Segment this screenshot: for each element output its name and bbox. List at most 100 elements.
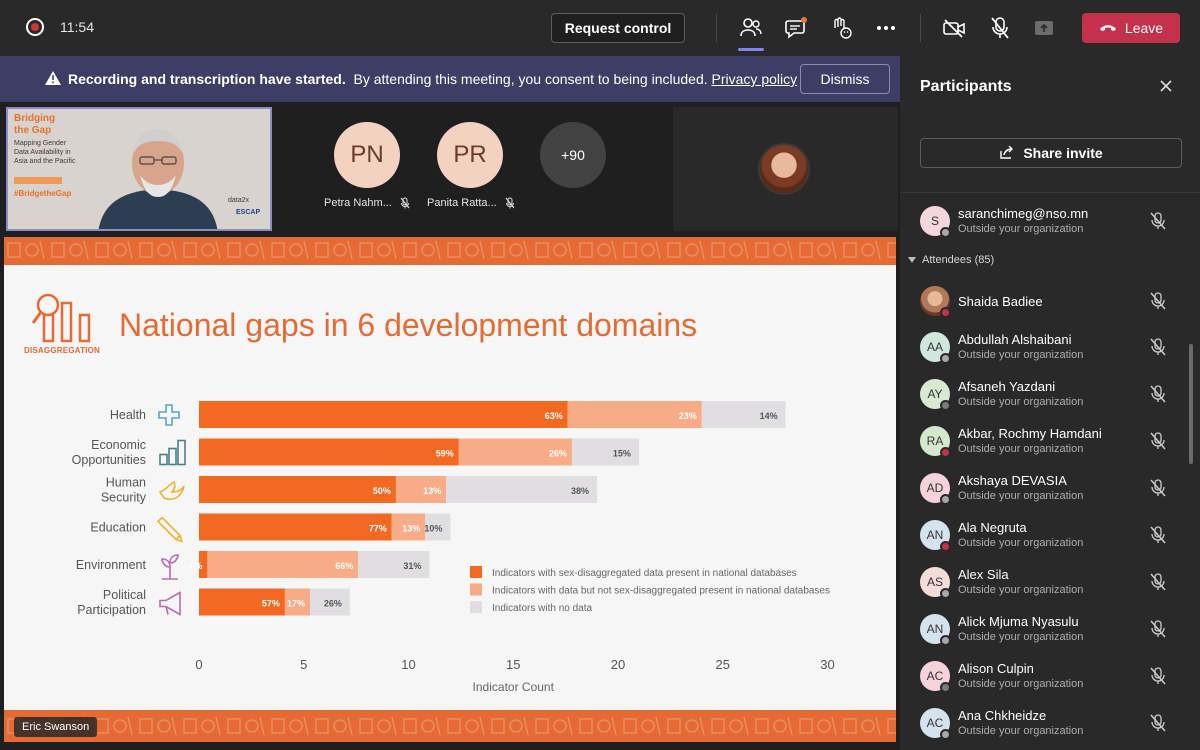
x-axis-label: Indicator Count [473,680,555,694]
presence-status-icon [940,729,951,740]
people-icon[interactable] [737,14,765,51]
leave-button[interactable]: Leave [1082,13,1180,43]
presenter-video[interactable]: Bridging the Gap Mapping Gender Data Ava… [6,107,272,231]
bar-data-label: 57% [262,599,280,609]
participant-video-tile[interactable] [673,107,898,231]
participant-row[interactable]: AN Ala Negruta Outside your organization [920,516,1182,556]
video-bg-title: Bridging the Gap [14,113,55,137]
toolbar-divider [716,14,717,42]
participant-org: Outside your organization [958,443,1084,455]
reactions-icon[interactable] [827,14,855,42]
category-label: Political [103,588,146,602]
category-label: Human [106,476,146,490]
more-participants-button[interactable]: +90 [540,122,606,188]
participant-name: Panita Ratta... [427,197,497,209]
panel-scrollbar[interactable] [1189,344,1193,464]
participant-name: Afsaneh Yazdani [958,379,1056,394]
category-label: Economic [91,438,146,452]
participants-panel: Participants Share invite Ssaranchimeg@n… [900,56,1200,750]
attendees-section-header[interactable]: Attendees (85) [908,254,994,266]
participant-name: Alison Culpin [958,661,1034,676]
participant-row[interactable]: Shaida Badiee [920,282,1182,322]
bar-data-label: 38% [571,486,589,496]
legend-swatch [470,583,482,596]
presence-status-icon [940,353,951,364]
participant-row[interactable]: Ssaranchimeg@nso.mn Outside your organiza… [920,202,1182,242]
bar-data-label: 13% [423,486,441,496]
mic-off-icon [1149,666,1167,686]
escap-logo: ESCAP [236,209,261,216]
participant-name: saranchimeg@nso.mn [958,206,1089,221]
mic-off-icon [1149,478,1167,498]
participant-name-tag: Panita Ratta... [427,197,515,209]
mic-off-icon[interactable] [986,14,1014,42]
share-invite-button[interactable]: Share invite [920,138,1182,168]
participant-row[interactable]: AC Ana Chkheidze Outside your organization [920,704,1182,744]
camera-off-icon[interactable] [940,14,968,42]
more-options-icon[interactable] [872,14,900,42]
participant-name: Alex Sila [958,567,1009,582]
bar-segment [199,438,459,466]
chat-icon[interactable] [782,14,810,42]
shared-slide: DISAGGREGATION National gaps in 6 develo… [4,237,896,742]
bar-data-label: 14% [760,411,778,421]
category-label: Participation [77,603,146,617]
dismiss-button[interactable]: Dismiss [800,64,890,94]
participant-avatar[interactable]: PR [437,122,503,188]
x-tick-label: 25 [716,657,730,672]
banner-bold-text: Recording and transcription have started… [68,71,346,87]
warning-icon [45,71,61,85]
bar-data-label: 13% [402,524,420,534]
privacy-policy-link[interactable]: Privacy policy [712,71,798,87]
participant-row[interactable]: RA Akbar, Rochmy Hamdani Outside your orga… [920,422,1182,462]
presence-status-icon [940,541,951,552]
legend-label: Indicators with sex-disaggregated data p… [492,568,797,579]
chevron-down-icon [908,257,916,263]
banner-consent-text: By attending this meeting, you consent t… [353,71,708,87]
participant-name: Ana Chkheidze [958,708,1047,723]
megaphone-icon [159,591,181,616]
participant-org: Outside your organization [958,678,1084,690]
participant-name-tag: Petra Nahm... [324,197,410,209]
participant-row[interactable]: AN Alick Mjuma Nyasulu Outside your organi… [920,610,1182,650]
bar-data-label: 59% [436,449,454,459]
video-bg-subtitle-line: Mapping Gender [14,140,67,147]
participant-row[interactable]: AC Alison Culpin Outside your organization [920,657,1182,697]
phone-hangup-icon [1099,25,1116,31]
participant-row[interactable]: AA Abdullah Alshaibani Outside your organi… [920,328,1182,368]
share-invite-label: Share invite [1023,145,1103,161]
presence-status-icon [940,682,951,693]
x-tick-label: 15 [506,657,520,672]
participant-avatar[interactable]: PN [334,122,400,188]
meeting-timer: 11:54 [60,19,94,35]
participant-name: Akbar, Rochmy Hamdani [958,426,1102,441]
speaker-name-tag: Eric Swanson [14,717,98,737]
share-screen-icon[interactable] [1030,14,1058,42]
legend-label: Indicators with data but not sex-disaggr… [492,586,830,597]
participant-row[interactable]: AY Afsaneh Yazdani Outside your organizati… [920,375,1182,415]
request-control-button[interactable]: Request control [551,13,685,43]
participant-org: Outside your organization [958,631,1084,643]
participant-name: Abdullah Alshaibani [958,332,1072,347]
category-label: Environment [76,558,147,572]
bar-data-label: 66% [335,561,353,571]
banner-message: Recording and transcription have started… [68,71,797,87]
bar-data-label: 26% [549,449,567,459]
mic-off-icon [1149,431,1167,451]
mic-off-icon [1149,384,1167,404]
video-bg-subtitle: Mapping Gender Data Availability in Asia… [14,139,75,166]
attendees-count-label: Attendees (85) [922,254,995,266]
participant-org: Outside your organization [958,725,1084,737]
participant-name: Alick Mjuma Nyasulu [958,614,1079,629]
presence-status-icon [940,400,951,411]
participant-row[interactable]: AS Alex Sila Outside your organization [920,563,1182,603]
dove-icon [158,480,185,501]
cross-icon [158,404,180,426]
close-icon[interactable] [1158,78,1174,94]
presence-status-icon [940,494,951,505]
participant-org: Outside your organization [958,349,1084,361]
mic-off-icon [1149,619,1167,639]
presence-status-icon [940,635,951,646]
participant-row[interactable]: AD Akshaya DEVASIA Outside your organizati… [920,469,1182,509]
participant-org: Outside your organization [958,490,1084,502]
